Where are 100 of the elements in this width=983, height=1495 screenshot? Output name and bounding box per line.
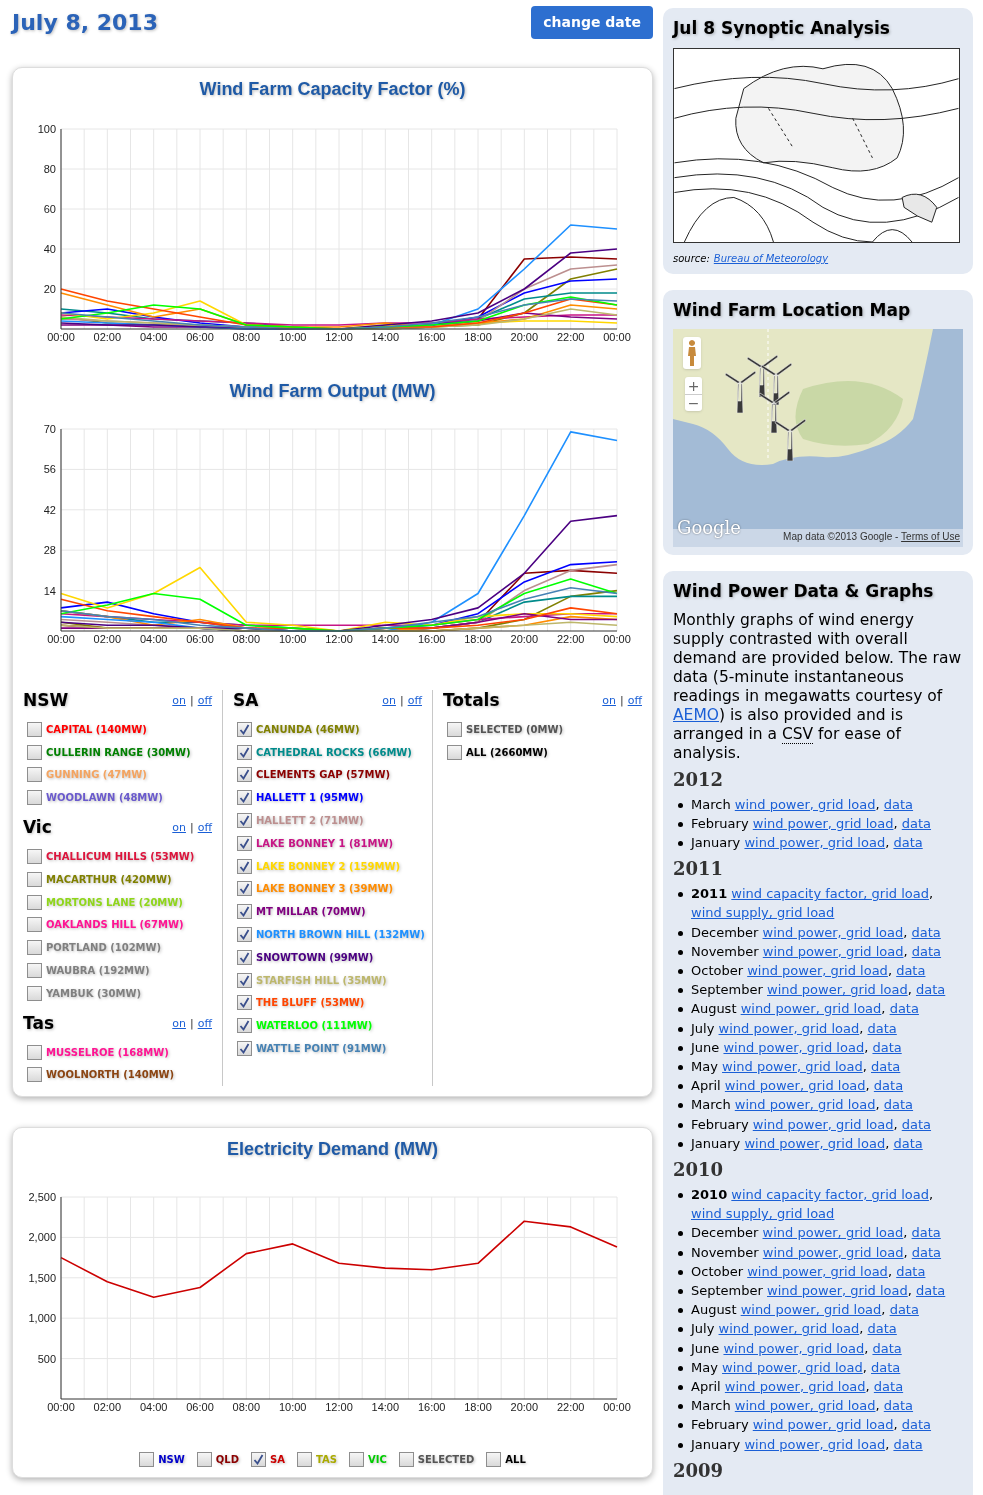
farm-label: PORTLAND (102MW) [46, 941, 162, 956]
separator-text: , [887, 1263, 892, 1279]
separator-text: , [907, 982, 912, 998]
axis-tick-label: 04:00 [139, 331, 168, 343]
farm-label: YAMBUK (30MW) [46, 986, 141, 1001]
axis-tick-label: 500 [37, 1352, 56, 1365]
month-label: May [691, 1058, 718, 1074]
farm-label: MT MILLAR (70MW) [256, 905, 366, 920]
farm-label: STARFISH HILL (35MW) [256, 973, 387, 988]
farm-label: WOOLNORTH (140MW) [46, 1068, 175, 1083]
separator-text: , [881, 1302, 886, 1318]
page-date: July 8, 2013 [12, 9, 158, 37]
axis-tick-label: 2,500 [28, 1191, 56, 1204]
axis-tick-label: 70 [43, 423, 56, 435]
csv-abbreviation: CSV [781, 724, 814, 744]
month-label: November [691, 1244, 759, 1260]
group-heading: Vic [23, 816, 52, 840]
month-label: November [691, 943, 759, 959]
axis-tick-label: 20:00 [510, 1401, 539, 1414]
separator-text: , [865, 1078, 870, 1094]
axis-tick-label: 00:00 [47, 633, 75, 645]
separator-text: | [189, 1015, 194, 1032]
year-heading: 2010 [673, 1159, 725, 1180]
year-heading: 2012 [673, 769, 725, 790]
axis-tick-label: 18:00 [464, 633, 492, 645]
axis-tick-label: 80 [43, 163, 56, 175]
axis-tick-label: 14:00 [371, 1401, 400, 1414]
axis-tick-label: 22:00 [556, 1401, 585, 1414]
axis-tick-label: 10:00 [278, 1401, 307, 1414]
farm-label: OAKLANDS HILL (67MW) [46, 918, 184, 933]
legend-label: TAS [315, 1453, 337, 1468]
axis-tick-label: 12:00 [325, 331, 353, 343]
farm-label: LAKE BONNEY 1 (81MW) [256, 836, 394, 851]
farm-label: WOODLAWN (48MW) [46, 791, 163, 806]
month-label: February [691, 815, 749, 831]
farm-label: HALLETT 1 (95MW) [256, 791, 364, 806]
month-label: May [691, 1359, 718, 1375]
separator-text: , [928, 1186, 934, 1202]
separator-text: , [864, 1340, 869, 1356]
axis-tick-label: 2,000 [28, 1231, 56, 1244]
month-label: December [691, 924, 759, 940]
farm-label: SNOWTOWN (99MW) [256, 950, 374, 965]
month-label: March [691, 1398, 731, 1414]
axis-tick-label: 02:00 [93, 633, 122, 645]
axis-tick-label: 56 [43, 463, 56, 476]
axis-tick-label: 1,000 [28, 1312, 56, 1325]
separator-text: , [903, 943, 908, 959]
axis-tick-label: 02:00 [93, 1401, 122, 1414]
axis-tick-label: 42 [43, 503, 56, 516]
axis-tick-label: 06:00 [186, 633, 214, 645]
month-label: October [691, 962, 744, 978]
separator-text: , [893, 1116, 898, 1132]
axis-tick-label: 08:00 [232, 1401, 261, 1414]
axis-tick-label: 28 [43, 544, 56, 557]
group-heading: NSW [23, 689, 69, 713]
separator-text: , [865, 1379, 870, 1394]
separator-text: , [903, 1244, 908, 1260]
chart-title: Wind Farm Capacity Factor (%) [198, 78, 467, 101]
month-label: January [691, 1135, 741, 1151]
axis-tick-label: 100 [37, 123, 56, 135]
axis-tick-label: 00:00 [47, 1401, 75, 1414]
legend-label: ALL [505, 1453, 526, 1468]
farm-label: CLEMENTS GAP (57MW) [256, 768, 390, 783]
axis-tick-label: 04:00 [139, 633, 168, 645]
axis-tick-label: 00:00 [603, 633, 631, 645]
axis-tick-label: 04:00 [139, 1401, 168, 1414]
panel-title: Wind Farm Location Map [673, 298, 912, 322]
separator-text: , [907, 1282, 912, 1298]
axis-tick-label: 18:00 [464, 1401, 492, 1414]
separator-text: , [864, 1039, 869, 1055]
month-label: October [691, 1263, 744, 1279]
separator-text: , [928, 886, 934, 902]
month-label: April [691, 1379, 721, 1394]
separator-text: | [189, 692, 194, 709]
chart-title: Wind Farm Output (MW) [228, 380, 437, 403]
axis-tick-label: 12:00 [325, 1401, 353, 1414]
farm-label: CULLERIN RANGE (30MW) [46, 745, 191, 760]
axis-tick-label: 22:00 [556, 633, 585, 645]
farm-label: MORTONS LANE (20MW) [46, 895, 183, 910]
month-label: June [691, 1340, 720, 1356]
farm-label: CANUNDA (46MW) [256, 722, 360, 737]
farm-label: GUNNING (47MW) [46, 768, 147, 783]
axis-tick-label: 16:00 [417, 331, 446, 343]
year-label: 2011 [691, 886, 728, 902]
axis-tick-label: 18:00 [464, 331, 492, 343]
month-label: March [691, 796, 731, 812]
legend-label: QLD [215, 1453, 239, 1468]
legend-label: SA [270, 1453, 285, 1468]
axis-tick-label: 06:00 [186, 1401, 214, 1414]
farm-label: SELECTED (0MW) [466, 722, 564, 737]
panel-title: Wind Power Data & Graphs [673, 580, 935, 603]
axis-tick-label: 1,500 [28, 1272, 56, 1285]
axis-tick-label: 00:00 [603, 1401, 631, 1414]
separator-text: , [859, 1321, 864, 1337]
farm-label: ALL (2660MW) [466, 745, 548, 760]
legend-label: VIC [367, 1453, 387, 1468]
axis-tick-label: 22:00 [556, 331, 585, 343]
farm-label: WAUBRA (192MW) [46, 964, 150, 979]
separator-text: , [893, 1417, 898, 1433]
intro-paragraph: Monthly graphs of wind energy supply contrasted with overall demand are provided below. The raw data (5-minute instantaneous readings in megawatts courtesy of AEMO) is also provided and is arranged in a CSV for ease of analysis. [673, 610, 963, 763]
